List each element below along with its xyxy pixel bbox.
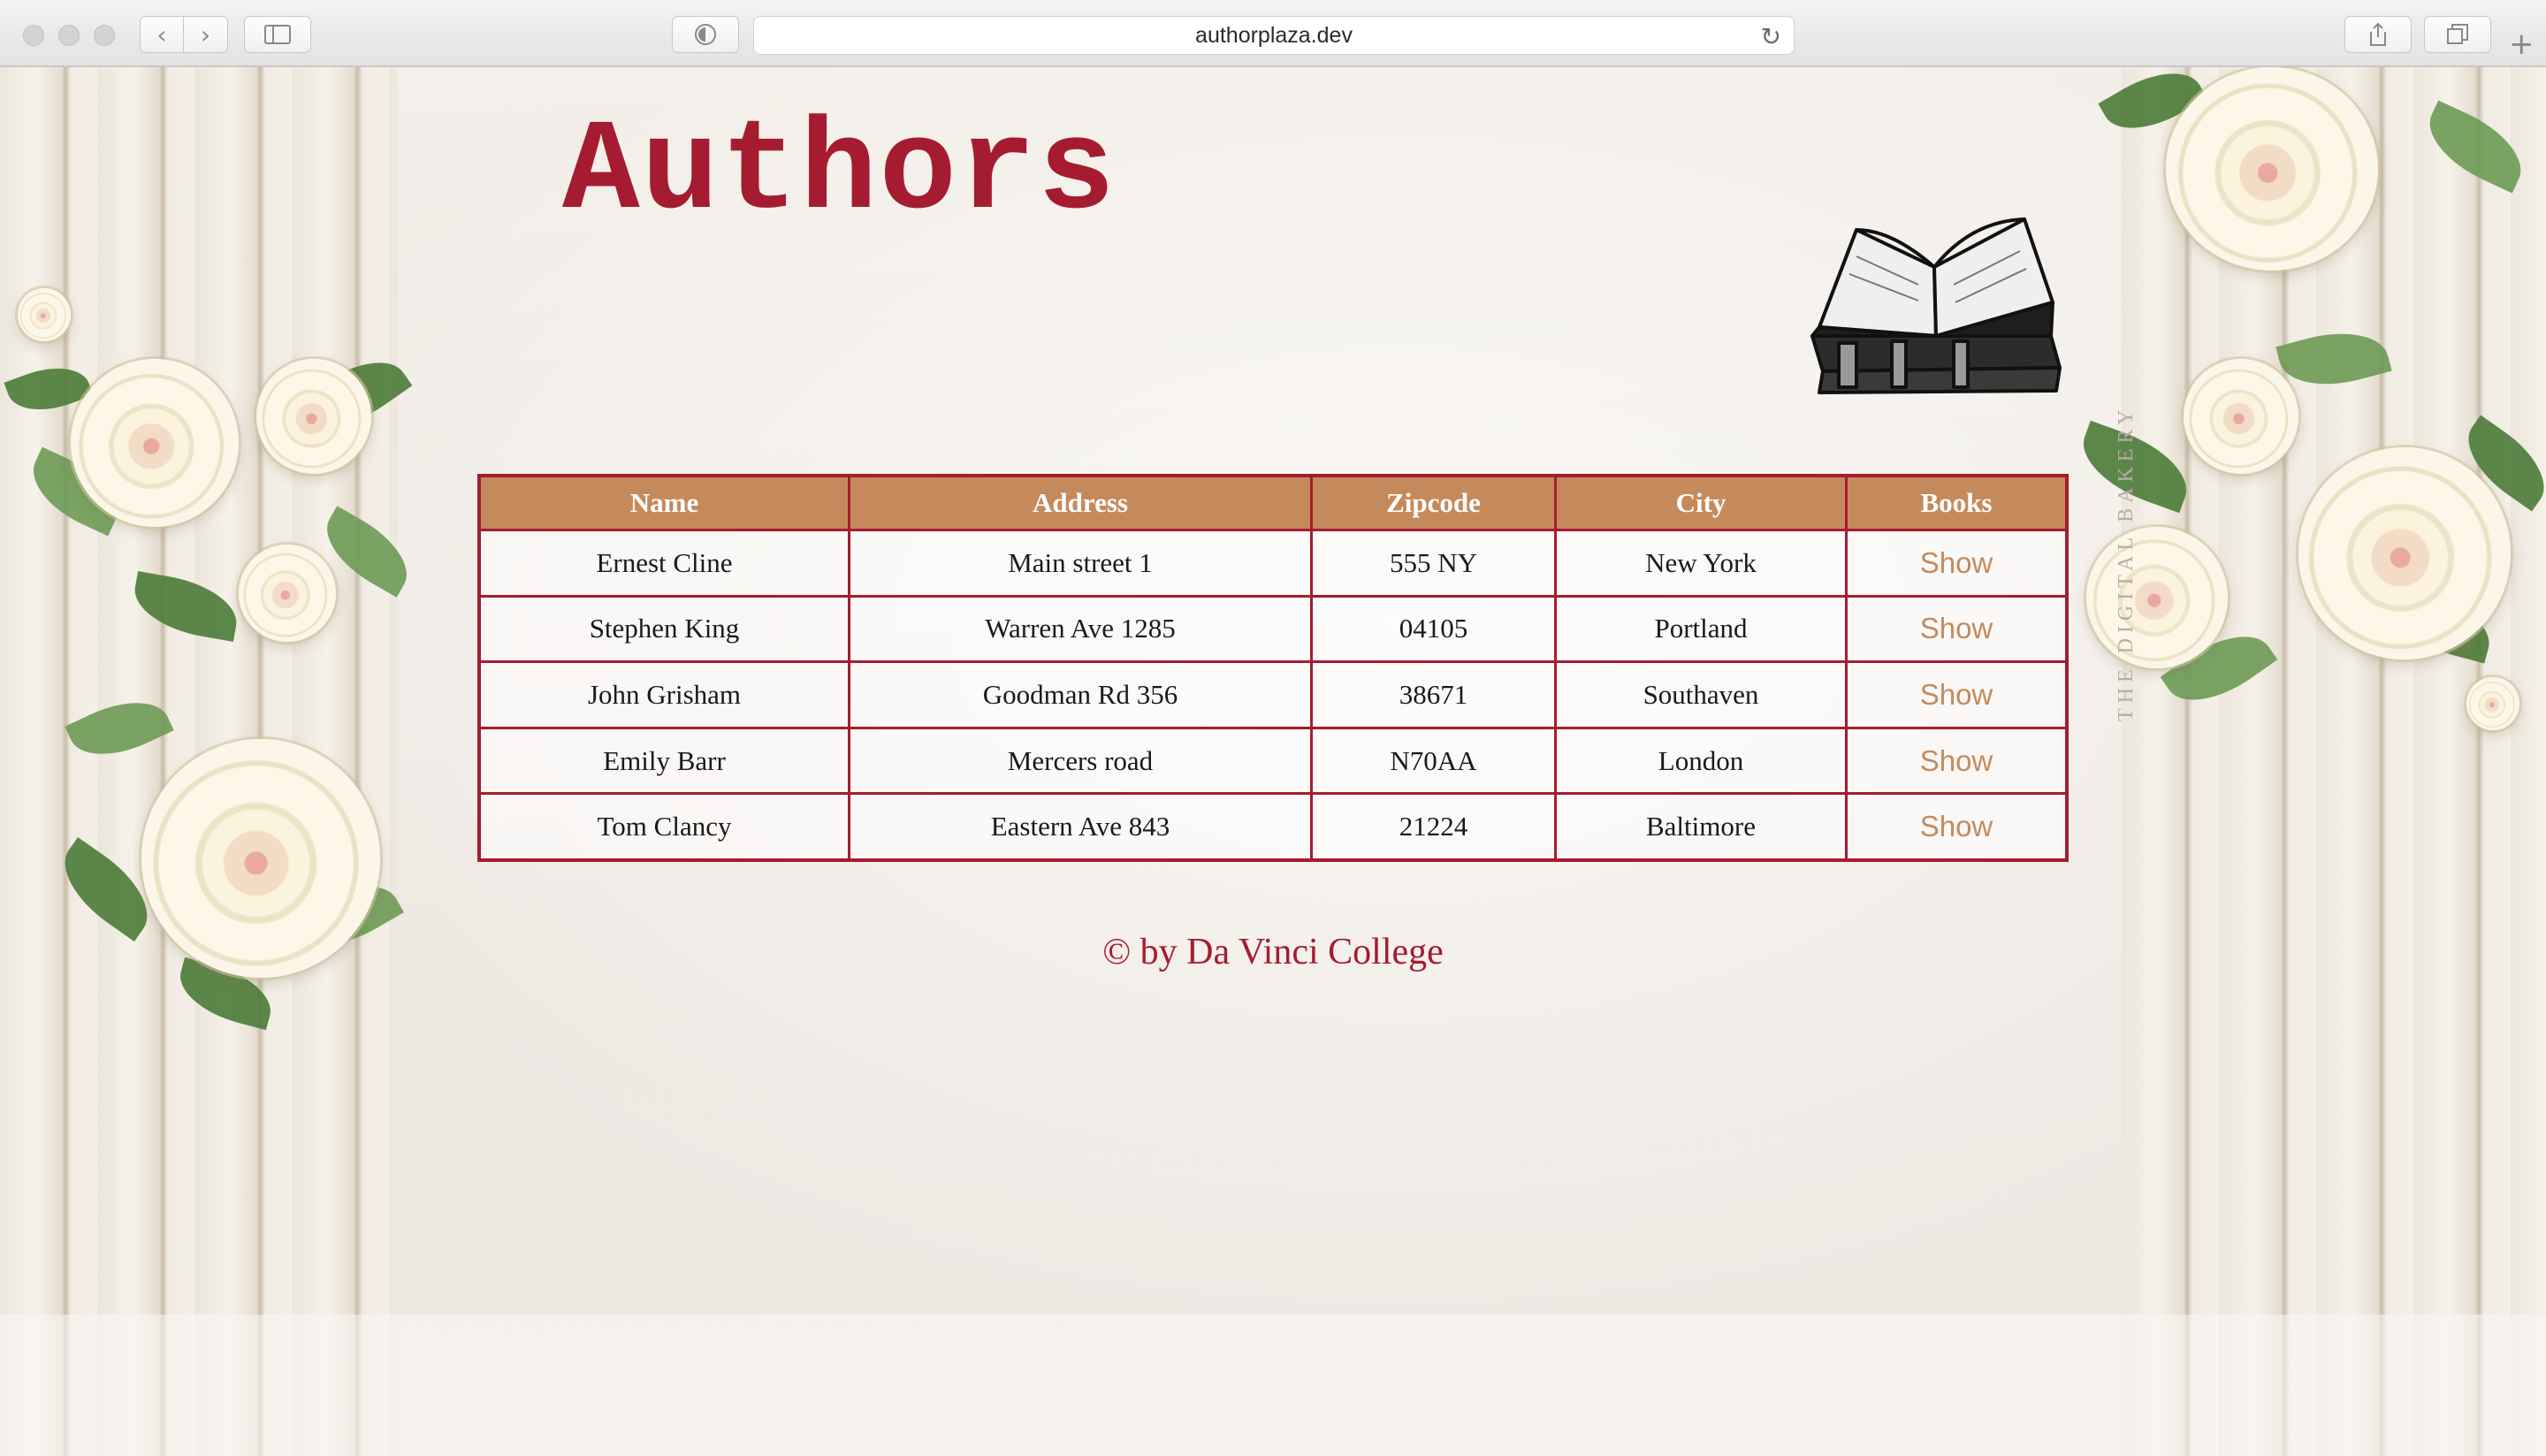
table-row: Ernest Cline Main street 1 555 NY New Yo… [477, 529, 2069, 598]
author-zipcode-cell: 04105 [1310, 594, 1557, 664]
chevron-right-icon: › [200, 19, 211, 50]
floor-strip [0, 1315, 2546, 1456]
table-row: John Grisham Goodman Rd 356 38671 Southa… [477, 660, 2069, 729]
shield-icon [695, 24, 716, 45]
author-city-cell: Portland [1554, 594, 1848, 664]
author-zipcode-cell: 555 NY [1310, 529, 1557, 598]
close-window-button[interactable] [23, 25, 44, 46]
author-books-cell: Show [1845, 726, 2069, 796]
forward-button[interactable]: › [184, 16, 228, 53]
watermark-text: THE DIGITAL BAKERY [2115, 404, 2138, 722]
show-books-link[interactable]: Show [1920, 678, 1993, 711]
column-header-address: Address [848, 474, 1313, 531]
author-address-cell: Mercers road [848, 726, 1313, 796]
table-row: Tom Clancy Eastern Ave 843 21224 Baltimo… [477, 792, 2069, 862]
column-header-books: Books [1845, 474, 2069, 531]
author-books-cell: Show [1845, 529, 2069, 598]
show-books-link[interactable]: Show [1920, 810, 1993, 842]
column-header-zipcode: Zipcode [1310, 474, 1557, 531]
chevron-left-icon: ‹ [156, 19, 167, 50]
open-book-icon [1810, 217, 2062, 394]
column-header-name: Name [477, 474, 850, 531]
share-button[interactable] [2344, 16, 2412, 53]
author-address-cell: Goodman Rd 356 [848, 660, 1313, 729]
table-row: Emily Barr Mercers road N70AA London Sho… [477, 726, 2069, 796]
author-city-cell: London [1554, 726, 1848, 796]
author-city-cell: Baltimore [1554, 792, 1848, 862]
show-books-link[interactable]: Show [1920, 744, 1993, 777]
author-name-cell: Stephen King [477, 594, 850, 664]
show-books-link[interactable]: Show [1920, 612, 1993, 644]
author-books-cell: Show [1845, 660, 2069, 729]
privacy-report-button[interactable] [672, 16, 739, 53]
author-name-cell: John Grisham [477, 660, 850, 729]
author-books-cell: Show [1845, 594, 2069, 664]
new-tab-button[interactable]: + [2509, 27, 2535, 62]
author-books-cell: Show [1845, 792, 2069, 862]
browser-toolbar: ‹ › authorplaza.dev ↻ + [0, 0, 2546, 67]
tabs-icon [2447, 24, 2468, 44]
minimize-window-button[interactable] [58, 25, 80, 46]
author-zipcode-cell: N70AA [1310, 726, 1557, 796]
tab-overview-button[interactable] [2424, 16, 2491, 53]
author-address-cell: Eastern Ave 843 [848, 792, 1313, 862]
column-header-city: City [1554, 474, 1848, 531]
navigation-buttons: ‹ › [140, 16, 230, 53]
reload-icon[interactable]: ↻ [1761, 22, 1781, 51]
show-books-link[interactable]: Show [1920, 546, 1993, 579]
sidebar-icon [264, 25, 291, 44]
authors-table: Name Address Zipcode City Books Ernest C… [477, 474, 2069, 862]
author-city-cell: Southaven [1554, 660, 1848, 729]
url-text: authorplaza.dev [1195, 22, 1353, 48]
footer-copyright: © by Da Vinci College [1102, 932, 1444, 972]
author-address-cell: Warren Ave 1285 [848, 594, 1313, 664]
author-name-cell: Ernest Cline [477, 529, 850, 598]
zoom-window-button[interactable] [94, 25, 115, 46]
right-wood-panel [2122, 67, 2546, 1456]
table-row: Stephen King Warren Ave 1285 04105 Portl… [477, 594, 2069, 664]
page-viewport: THE DIGITAL BAKERY Authors Name Address [0, 67, 2546, 1456]
address-bar[interactable]: authorplaza.dev ↻ [753, 16, 1795, 55]
share-icon [2370, 22, 2386, 46]
author-city-cell: New York [1554, 529, 1848, 598]
page-title: Authors [562, 99, 1117, 246]
author-name-cell: Tom Clancy [477, 792, 850, 862]
sidebar-toggle-button[interactable] [244, 16, 311, 53]
author-name-cell: Emily Barr [477, 726, 850, 796]
author-zipcode-cell: 38671 [1310, 660, 1557, 729]
table-header-row: Name Address Zipcode City Books [477, 474, 2069, 531]
author-address-cell: Main street 1 [848, 529, 1313, 598]
back-button[interactable]: ‹ [140, 16, 184, 53]
author-zipcode-cell: 21224 [1310, 792, 1557, 862]
